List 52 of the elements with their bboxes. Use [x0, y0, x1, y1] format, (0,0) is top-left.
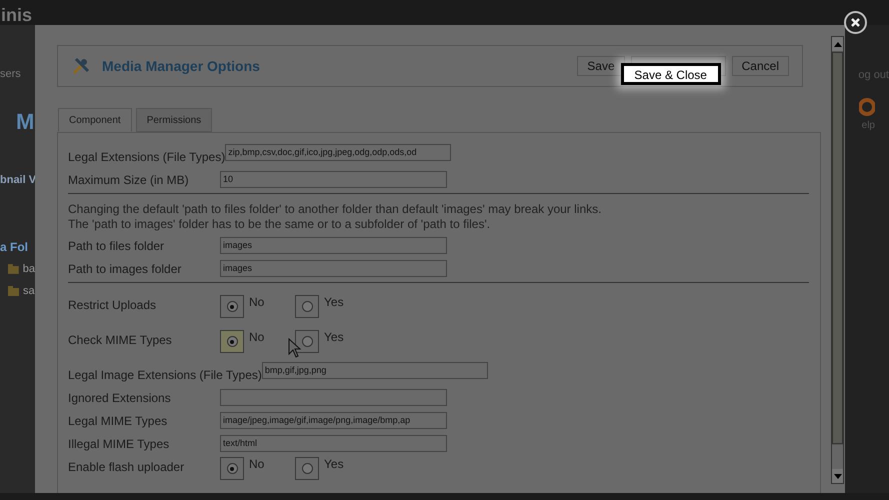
header-text: inis: [1, 5, 32, 25]
radio-label: No: [249, 457, 264, 471]
radio-button[interactable]: [226, 336, 238, 347]
save-close-button[interactable]: Save & Close: [620, 63, 721, 85]
text-field[interactable]: [220, 389, 447, 406]
field-label: Ignored Extensions: [68, 390, 172, 407]
radio-label: No: [249, 330, 264, 344]
menu-text: sers: [0, 67, 22, 82]
field-label: Legal Extensions (File Types): [68, 149, 226, 166]
field-label: Path to files folder: [68, 238, 166, 255]
field-label: Path to images folder: [68, 261, 182, 278]
field-label: Maximum Size (in MB): [68, 172, 190, 189]
radio-label: Yes: [324, 330, 344, 344]
radio-button[interactable]: [302, 301, 312, 312]
radio-label: Yes: [324, 457, 344, 471]
folder-icon: [8, 286, 19, 296]
text-field[interactable]: bmp,gif,jpg,png: [262, 362, 488, 379]
cursor-icon: [288, 338, 302, 358]
folder-name: sa: [23, 284, 35, 298]
field-label: Illegal MIME Types: [68, 436, 170, 453]
scroll-up-icon[interactable]: [832, 37, 843, 51]
radio-label: No: [249, 295, 264, 309]
text-field[interactable]: 10: [220, 171, 447, 188]
field-label: Legal Image Extensions (File Types): [68, 367, 262, 384]
radio-button[interactable]: [226, 463, 238, 474]
scroll-down-icon[interactable]: [832, 469, 843, 483]
field-label: Enable flash uploader: [68, 459, 186, 476]
radio-label: Yes: [324, 295, 344, 309]
text-field[interactable]: zip,bmp,csv,doc,gif,ico,jpg,jpeg,odg,odp,ods,od: [225, 144, 452, 161]
text-field[interactable]: text/html: [220, 435, 447, 452]
field-label: Restrict Uploads: [68, 297, 158, 314]
text-field[interactable]: images: [220, 237, 447, 254]
radio-button[interactable]: [302, 336, 312, 347]
info-text: Changing the default 'path to files folder' to another folder than default 'images' may break your links.: [68, 202, 602, 217]
help-icon: [859, 96, 875, 118]
field-label: Check MIME Types: [68, 332, 173, 349]
field-label: Legal MIME Types: [68, 413, 168, 430]
side-heading: a Fol: [0, 239, 30, 256]
tab[interactable]: Component: [58, 108, 132, 132]
page-heading: M: [16, 108, 35, 136]
toolbar-button[interactable]: Cancel: [732, 56, 789, 76]
radio-button[interactable]: [226, 301, 238, 312]
text-field[interactable]: images: [220, 260, 447, 277]
dialog-title: Media Manager Options: [102, 56, 260, 76]
folder-icon: [8, 264, 19, 274]
tab[interactable]: Permissions: [136, 108, 212, 132]
close-icon[interactable]: [844, 11, 867, 34]
folder-name: ba: [22, 262, 35, 277]
info-text: The 'path to images' folder has to be the same or to a subfolder of 'path to files'.: [68, 217, 492, 232]
radio-button[interactable]: [302, 463, 312, 474]
text-field[interactable]: image/jpeg,image/gif,image/png,image/bmp,ap: [220, 412, 447, 429]
tools-icon: [72, 57, 90, 75]
